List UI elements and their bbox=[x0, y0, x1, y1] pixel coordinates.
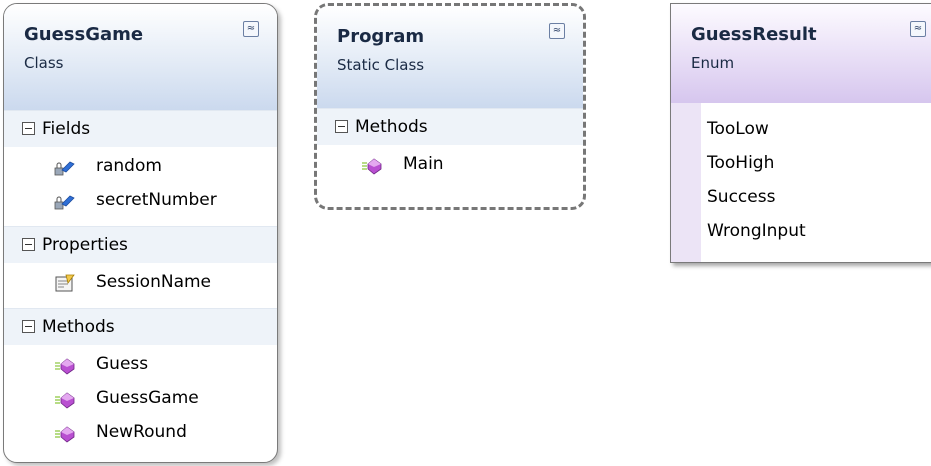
enum-value[interactable]: WrongInput bbox=[707, 221, 806, 241]
enum-value[interactable]: Success bbox=[707, 187, 775, 207]
collapse-minus-icon[interactable] bbox=[22, 122, 35, 135]
member-method[interactable]: NewRound bbox=[4, 417, 277, 451]
collapse-minus-icon[interactable] bbox=[22, 238, 35, 251]
section-label: Methods bbox=[42, 317, 115, 337]
section-properties[interactable]: Properties bbox=[4, 226, 277, 263]
field-lock-icon bbox=[54, 161, 75, 176]
section-methods[interactable]: Methods bbox=[317, 108, 583, 145]
member-name: random bbox=[96, 156, 162, 176]
member-field[interactable]: random bbox=[4, 151, 277, 185]
member-method[interactable]: Main bbox=[317, 149, 583, 183]
collapse-toggle-icon[interactable]: ≈ bbox=[549, 23, 565, 39]
collapse-toggle-icon[interactable]: ≈ bbox=[910, 21, 926, 37]
method-icon bbox=[55, 358, 75, 375]
class-header: GuessGame Class ≈ bbox=[4, 4, 277, 110]
method-icon bbox=[362, 158, 382, 175]
member-name: SessionName bbox=[96, 272, 212, 292]
section-label: Properties bbox=[42, 235, 128, 255]
section-fields[interactable]: Fields bbox=[4, 110, 277, 147]
collapse-minus-icon[interactable] bbox=[22, 320, 35, 333]
collapse-toggle-icon[interactable]: ≈ bbox=[243, 21, 259, 37]
method-icon bbox=[55, 392, 75, 409]
enum-values: TooLow TooHigh Success WrongInput bbox=[671, 103, 931, 262]
collapse-minus-icon[interactable] bbox=[335, 120, 348, 133]
section-label: Methods bbox=[355, 117, 428, 137]
enum-value[interactable]: TooHigh bbox=[707, 153, 774, 173]
enum-header: GuessResult Enum ≈ bbox=[671, 4, 931, 103]
class-shape-program[interactable]: Program Static Class ≈ Methods Main bbox=[314, 3, 586, 210]
section-methods[interactable]: Methods bbox=[4, 308, 277, 345]
member-method[interactable]: GuessGame bbox=[4, 383, 277, 417]
enum-kind: Enum bbox=[691, 54, 735, 72]
enum-shape-guessresult[interactable]: GuessResult Enum ≈ TooLow TooHigh Succes… bbox=[670, 3, 931, 263]
field-lock-icon bbox=[54, 195, 75, 210]
class-title: Program bbox=[337, 26, 425, 47]
class-title: GuessGame bbox=[24, 24, 144, 45]
member-name: NewRound bbox=[96, 422, 187, 442]
class-header: Program Static Class ≈ bbox=[317, 6, 583, 108]
member-method[interactable]: Guess bbox=[4, 349, 277, 383]
property-icon bbox=[55, 274, 75, 292]
method-icon bbox=[55, 426, 75, 443]
member-property[interactable]: SessionName bbox=[4, 267, 277, 301]
enum-value[interactable]: TooLow bbox=[707, 119, 769, 139]
class-kind: Static Class bbox=[337, 56, 425, 74]
member-name: Main bbox=[403, 154, 444, 174]
class-shape-guessgame[interactable]: GuessGame Class ≈ Fields random secretNu… bbox=[3, 3, 278, 463]
member-name: secretNumber bbox=[96, 190, 217, 210]
member-name: GuessGame bbox=[96, 388, 199, 408]
class-kind: Class bbox=[24, 54, 64, 72]
enum-title: GuessResult bbox=[691, 24, 817, 45]
section-label: Fields bbox=[42, 119, 91, 139]
member-name: Guess bbox=[96, 354, 149, 374]
member-field[interactable]: secretNumber bbox=[4, 185, 277, 219]
